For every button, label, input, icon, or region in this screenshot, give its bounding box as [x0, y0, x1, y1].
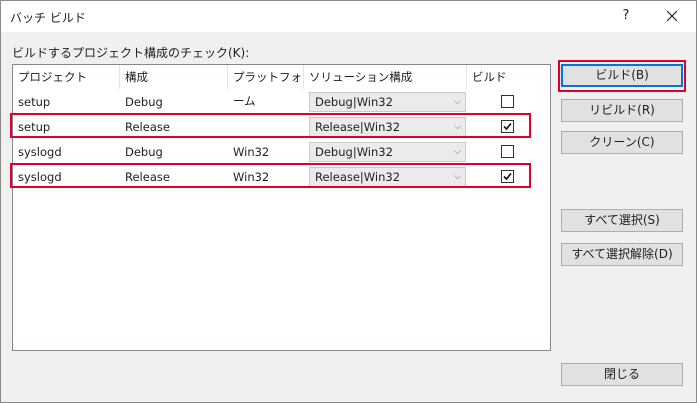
solution-config-dropdown[interactable]: Debug|Win32 ⌵: [309, 92, 466, 112]
title-bar: バッチ ビルド ?: [1, 1, 696, 32]
config-cell: Release: [125, 120, 170, 134]
close-icon: [666, 10, 678, 22]
clean-button[interactable]: クリーン(C): [561, 131, 683, 154]
chevron-down-icon: ⌵: [454, 122, 461, 132]
solution-config-value: Release|Win32: [315, 120, 401, 134]
build-checkbox[interactable]: [501, 120, 514, 133]
project-cell: setup: [18, 95, 51, 109]
column-header-project[interactable]: プロジェクト: [13, 65, 120, 89]
column-header-config[interactable]: 構成: [120, 65, 228, 89]
table-row[interactable]: setup Release Release|Win32 ⌵: [13, 115, 550, 140]
project-config-grid: プロジェクト 構成 プラットフォーム ソリューション構成 ビルド setup D…: [12, 64, 551, 351]
platform-cell: [228, 90, 233, 115]
solution-config-value: Debug|Win32: [315, 145, 393, 159]
solution-config-value: Release|Win32: [315, 170, 401, 184]
project-cell: setup: [18, 120, 51, 134]
solution-config-dropdown[interactable]: Release|Win32 ⌵: [309, 117, 466, 137]
table-row[interactable]: setup Debug Debug|Win32 ⌵: [13, 90, 550, 115]
config-cell: Debug: [125, 145, 163, 159]
build-button[interactable]: ビルド(B): [561, 64, 683, 87]
build-checkbox[interactable]: [501, 170, 514, 183]
column-header-platform[interactable]: プラットフォーム: [228, 65, 304, 108]
chevron-down-icon: ⌵: [454, 172, 461, 182]
solution-config-value: Debug|Win32: [315, 95, 393, 109]
config-cell: Debug: [125, 95, 163, 109]
help-button[interactable]: ?: [611, 3, 641, 29]
checkmark-icon: [503, 122, 512, 131]
table-row[interactable]: syslogd Debug Win32 Debug|Win32 ⌵: [13, 140, 550, 165]
checkmark-icon: [503, 172, 512, 181]
batch-build-dialog: バッチ ビルド ? ビルドするプロジェクト構成のチェック(K): プロジェクト …: [0, 0, 697, 403]
build-checkbox[interactable]: [501, 95, 514, 108]
grid-header: プロジェクト 構成 プラットフォーム ソリューション構成 ビルド: [13, 65, 550, 108]
column-header-build[interactable]: ビルド: [467, 65, 550, 89]
platform-cell: [228, 115, 233, 140]
solution-config-dropdown[interactable]: Release|Win32 ⌵: [309, 167, 466, 187]
close-button[interactable]: 閉じる: [561, 363, 683, 386]
project-cell: syslogd: [18, 145, 62, 159]
project-cell: syslogd: [18, 170, 62, 184]
select-all-button[interactable]: すべて選択(S): [561, 209, 683, 232]
build-checkbox[interactable]: [501, 145, 514, 158]
close-window-button[interactable]: [655, 3, 689, 29]
platform-cell: Win32: [233, 170, 270, 184]
solution-config-dropdown[interactable]: Debug|Win32 ⌵: [309, 142, 466, 162]
window-title: バッチ ビルド: [10, 11, 86, 25]
deselect-all-button[interactable]: すべて選択解除(D): [561, 243, 683, 266]
platform-cell: Win32: [233, 145, 270, 159]
rebuild-button[interactable]: リビルド(R): [561, 99, 683, 122]
config-cell: Release: [125, 170, 170, 184]
table-row[interactable]: syslogd Release Win32 Release|Win32 ⌵: [13, 165, 550, 190]
chevron-down-icon: ⌵: [454, 97, 461, 107]
chevron-down-icon: ⌵: [454, 147, 461, 157]
column-header-solution-config[interactable]: ソリューション構成: [304, 65, 467, 89]
grid-caption: ビルドするプロジェクト構成のチェック(K):: [12, 46, 250, 60]
